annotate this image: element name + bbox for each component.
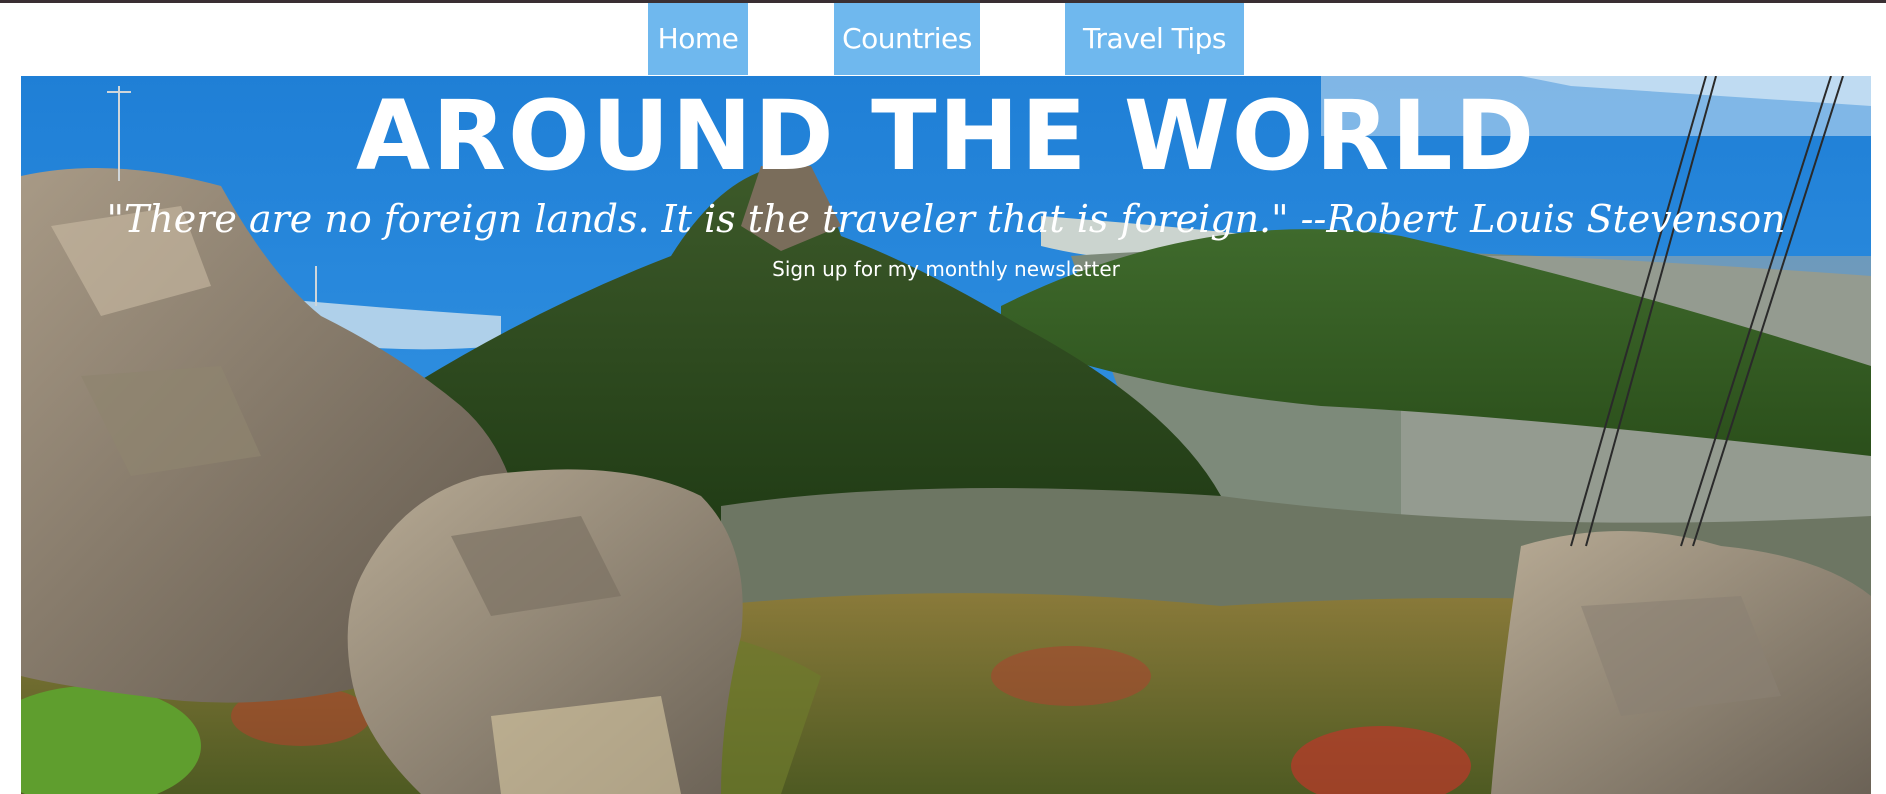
nav-travel-tips-link[interactable]: Travel Tips (1065, 3, 1244, 75)
main-nav: Home Countries Travel Tips (0, 3, 1886, 75)
hero-banner: AROUND THE WORLD "There are no foreign l… (21, 76, 1871, 794)
hero-quote: "There are no foreign lands. It is the t… (106, 197, 1786, 241)
nav-home-link[interactable]: Home (648, 3, 748, 75)
hero-title: AROUND THE WORLD (355, 80, 1537, 192)
newsletter-signup-link[interactable]: Sign up for my monthly newsletter (21, 255, 1871, 283)
nav-countries-link[interactable]: Countries (834, 3, 980, 75)
